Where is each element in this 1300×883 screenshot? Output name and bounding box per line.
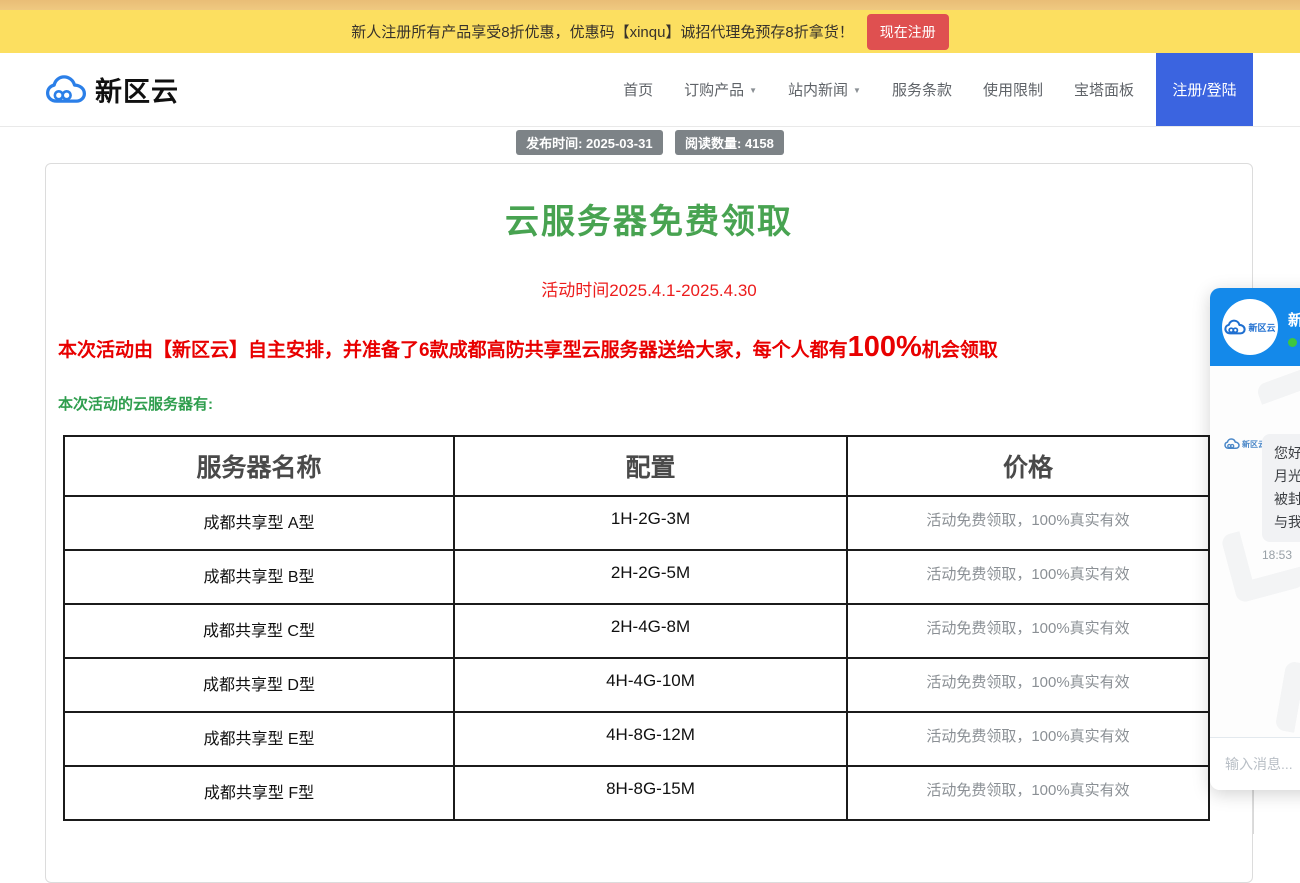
server-name: 成都共享型 A型 xyxy=(64,496,454,550)
message-line: 月光 xyxy=(1274,465,1300,488)
online-status-dot xyxy=(1288,338,1297,347)
server-config: 1H-2G-3M xyxy=(454,496,847,550)
chat-avatar: 新区云 xyxy=(1222,299,1278,355)
article-title: 云服务器免费领取 xyxy=(58,194,1240,243)
col-header-server-name: 服务器名称 xyxy=(64,436,454,496)
server-name: 成都共享型 B型 xyxy=(64,550,454,604)
chat-status: 在线 xyxy=(1288,334,1300,351)
table-header-row: 服务器名称 配置 价格 xyxy=(64,436,1209,496)
register-now-button[interactable]: 现在注册 xyxy=(867,14,949,50)
server-name: 成都共享型 E型 xyxy=(64,712,454,766)
server-config: 8H-8G-15M xyxy=(454,766,847,820)
nav-item-news[interactable]: 站内新闻▼ xyxy=(788,79,861,100)
message-line: 与我 xyxy=(1274,511,1300,534)
col-header-price: 价格 xyxy=(847,436,1209,496)
server-price: 活动免费领取，100%真实有效 xyxy=(847,658,1209,712)
nav-item-baota-panel[interactable]: 宝塔面板 xyxy=(1074,79,1134,100)
top-strip xyxy=(0,0,1300,10)
message-line: 被封 xyxy=(1274,488,1300,511)
publish-time-badge: 发布时间: 2025-03-31 xyxy=(516,130,662,155)
server-config: 2H-4G-8M xyxy=(454,604,847,658)
table-row: 成都共享型 E型 4H-8G-12M 活动免费领取，100%真实有效 xyxy=(64,712,1209,766)
chat-header: 新区云 新区云 在线 xyxy=(1210,288,1300,366)
server-price: 活动免费领取，100%真实有效 xyxy=(847,550,1209,604)
read-count-badge: 阅读数量: 4158 xyxy=(675,130,784,155)
divider xyxy=(1253,790,1254,834)
cloud-logo-icon xyxy=(1224,438,1240,450)
nav-item-terms[interactable]: 服务条款 xyxy=(892,79,952,100)
promo-text: 新人注册所有产品享受8折优惠，优惠码【xinqu】诚招代理免预存8折拿货！ xyxy=(351,21,854,42)
watermark-shape xyxy=(1274,660,1300,737)
chat-timestamp: 18:53 xyxy=(1262,548,1292,562)
promo-banner: 新人注册所有产品享受8折优惠，优惠码【xinqu】诚招代理免预存8折拿货！ 现在… xyxy=(0,10,1300,53)
server-price: 活动免费领取，100%真实有效 xyxy=(847,496,1209,550)
server-config: 4H-8G-12M xyxy=(454,712,847,766)
col-header-config: 配置 xyxy=(454,436,847,496)
server-list-label: 本次活动的云服务器有: xyxy=(58,393,1240,414)
server-price: 活动免费领取，100%真实有效 xyxy=(847,604,1209,658)
intro-highlight: 100% xyxy=(848,331,922,363)
article-card: 云服务器免费领取 活动时间2025.4.1-2025.4.30 本次活动由【新区… xyxy=(45,163,1253,883)
chevron-down-icon: ▼ xyxy=(749,86,757,95)
brand-name: 新区云 xyxy=(95,70,179,109)
register-login-button[interactable]: 注册/登陆 xyxy=(1156,53,1253,126)
table-row: 成都共享型 A型 1H-2G-3M 活动免费领取，100%真实有效 xyxy=(64,496,1209,550)
chat-widget: 新区云 新区云 在线 新区云 您好 月光 被封 与我 18:53 输入消息... xyxy=(1210,288,1300,790)
meta-badges: 发布时间: 2025-03-31 阅读数量: 4158 xyxy=(0,127,1300,153)
cloud-logo-icon xyxy=(45,74,87,106)
server-name: 成都共享型 D型 xyxy=(64,658,454,712)
brand-logo[interactable]: 新区云 xyxy=(45,70,179,109)
table-row: 成都共享型 F型 8H-8G-15M 活动免费领取，100%真实有效 xyxy=(64,766,1209,820)
chat-body: 新区云 您好 月光 被封 与我 18:53 xyxy=(1210,366,1300,737)
table-row: 成都共享型 D型 4H-4G-10M 活动免费领取，100%真实有效 xyxy=(64,658,1209,712)
chat-message-input[interactable]: 输入消息... xyxy=(1210,737,1300,790)
message-line: 您好 xyxy=(1274,442,1300,465)
server-name: 成都共享型 F型 xyxy=(64,766,454,820)
nav-item-products[interactable]: 订购产品▼ xyxy=(684,79,757,100)
activity-period: 活动时间2025.4.1-2025.4.30 xyxy=(58,276,1240,301)
server-name: 成都共享型 C型 xyxy=(64,604,454,658)
chat-input-placeholder: 输入消息... xyxy=(1225,754,1293,774)
table-row: 成都共享型 B型 2H-2G-5M 活动免费领取，100%真实有效 xyxy=(64,550,1209,604)
chat-message-bubble: 您好 月光 被封 与我 xyxy=(1262,434,1300,542)
article-intro: 本次活动由【新区云】自主安排，并准备了6款成都高防共享型云服务器送给大家，每个人… xyxy=(58,331,1240,367)
server-price: 活动免费领取，100%真实有效 xyxy=(847,766,1209,820)
table-row: 成都共享型 C型 2H-4G-8M 活动免费领取，100%真实有效 xyxy=(64,604,1209,658)
chat-avatar-brand: 新区云 xyxy=(1248,321,1275,334)
server-config: 2H-2G-5M xyxy=(454,550,847,604)
server-price: 活动免费领取，100%真实有效 xyxy=(847,712,1209,766)
chat-title: 新区云 xyxy=(1288,309,1300,330)
server-table: 服务器名称 配置 价格 成都共享型 A型 1H-2G-3M 活动免费领取，100… xyxy=(63,435,1210,821)
server-config: 4H-4G-10M xyxy=(454,658,847,712)
chevron-down-icon: ▼ xyxy=(853,86,861,95)
nav-item-limits[interactable]: 使用限制 xyxy=(983,79,1043,100)
nav-menu: 首页 订购产品▼ 站内新闻▼ 服务条款 使用限制 宝塔面板 xyxy=(623,79,1134,100)
cloud-logo-icon xyxy=(1224,319,1246,336)
nav-item-home[interactable]: 首页 xyxy=(623,79,653,100)
message-avatar: 新区云 xyxy=(1224,438,1266,450)
navbar: 新区云 首页 订购产品▼ 站内新闻▼ 服务条款 使用限制 宝塔面板 注册/登陆 xyxy=(0,53,1300,127)
